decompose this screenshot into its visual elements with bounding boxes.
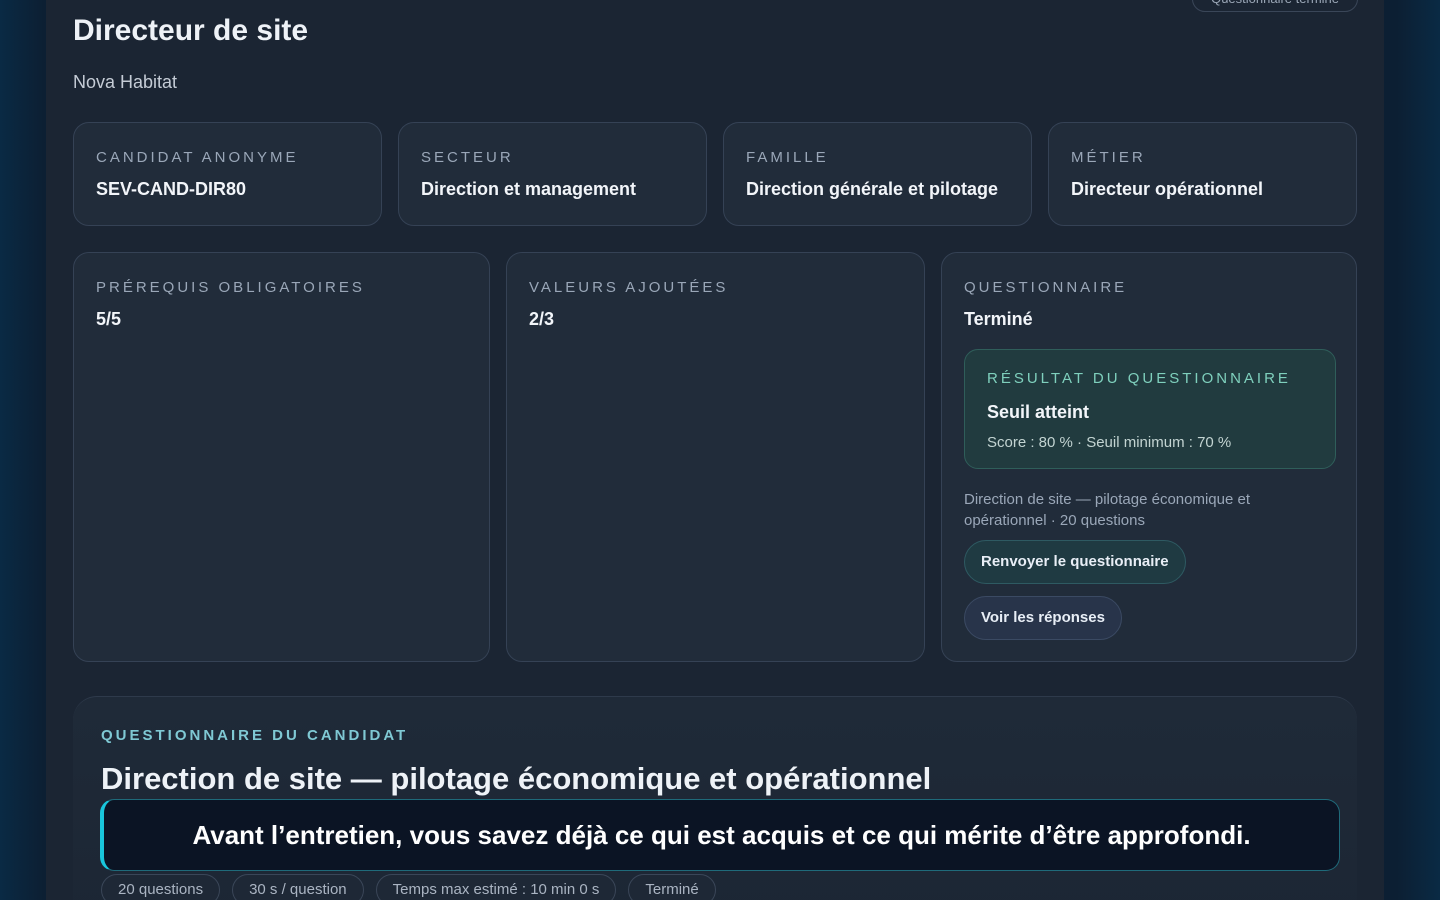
page-title: Directeur de site [73,14,309,47]
questionnaire-description: Direction de site — pilotage économique … [964,491,1250,529]
result-score-detail: Score : 80 % · Seuil minimum : 70 % [987,434,1232,451]
prerequis-value: 5/5 [96,309,122,329]
questionnaire-meta-chips: 20 questions 30 s / question Temps max e… [101,874,716,900]
info-card-job: Métier Directeur opérationnel [1048,122,1357,226]
info-card-value: Direction générale et pilotage [746,179,999,199]
info-card-value: Directeur opérationnel [1071,179,1264,199]
chip-max-time: Temps max estimé : 10 min 0 s [375,874,617,900]
info-card-label: Secteur [421,149,514,166]
chip-status: Terminé [628,874,716,900]
valeurs-card: Valeurs ajoutées 2/3 [506,252,925,662]
company-name: Nova Habitat [73,72,178,92]
result-value: Seuil atteint [987,402,1090,422]
caption-banner: Avant l’entretien, vous savez déjà ce qu… [100,799,1340,871]
caption-text: Avant l’entretien, vous savez déjà ce qu… [192,819,1251,850]
view-answers-button[interactable]: Voir les réponses [964,596,1122,640]
questionnaire-label: Questionnaire [964,279,1128,296]
prerequis-label: Prérequis obligatoires [96,279,365,296]
section-label: Questionnaire du candidat [101,727,409,744]
info-card-label: Métier [1071,149,1146,166]
chip-question-count: 20 questions [101,874,221,900]
resend-questionnaire-button[interactable]: Renvoyer le questionnaire [964,540,1186,584]
prerequis-card: Prérequis obligatoires 5/5 [73,252,490,662]
info-card-label: Famille [746,149,829,166]
info-card-value: Direction et management [421,179,637,199]
info-card-value: SEV-CAND-DIR80 [96,179,247,199]
info-card-candidate: Candidat anonyme SEV-CAND-DIR80 [73,122,382,226]
info-card-family: Famille Direction générale et pilotage [723,122,1032,226]
candidate-detail-page: Questionnaire terminé Directeur de site … [46,0,1384,900]
valeurs-value: 2/3 [529,309,555,329]
result-label: Résultat du questionnaire [987,370,1291,387]
chip-time-per-question: 30 s / question [232,874,364,900]
questionnaire-card: Questionnaire Terminé Résultat du questi… [941,252,1357,662]
questionnaire-status: Terminé [964,309,1033,329]
info-card-sector: Secteur Direction et management [398,122,707,226]
info-card-label: Candidat anonyme [96,149,299,166]
status-pill: Questionnaire terminé [1192,0,1358,12]
valeurs-label: Valeurs ajoutées [529,279,729,296]
questionnaire-result-box: Résultat du questionnaire Seuil atteint … [964,349,1336,469]
section-title: Direction de site — pilotage économique … [101,761,932,796]
